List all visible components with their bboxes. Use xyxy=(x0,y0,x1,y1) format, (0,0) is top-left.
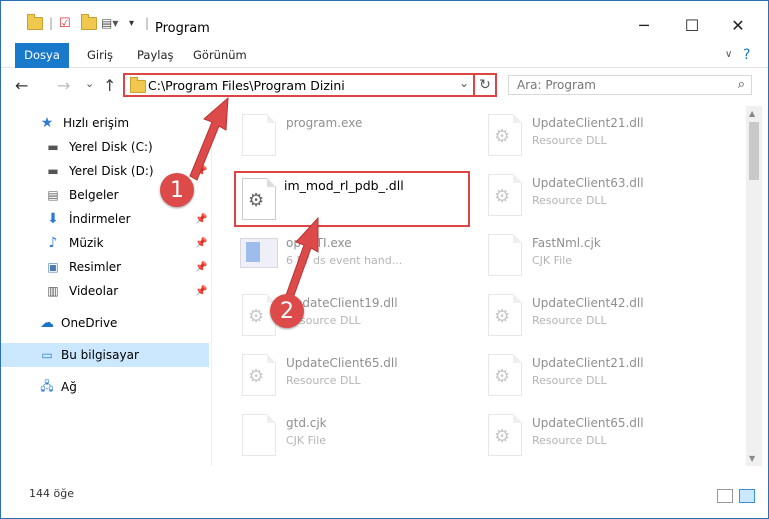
step-badge-1: 1 xyxy=(160,173,194,207)
arrow-1 xyxy=(189,96,229,181)
step-badge-2: 2 xyxy=(270,294,304,328)
annotation-arrows xyxy=(189,96,319,302)
arrow-2 xyxy=(284,216,319,302)
